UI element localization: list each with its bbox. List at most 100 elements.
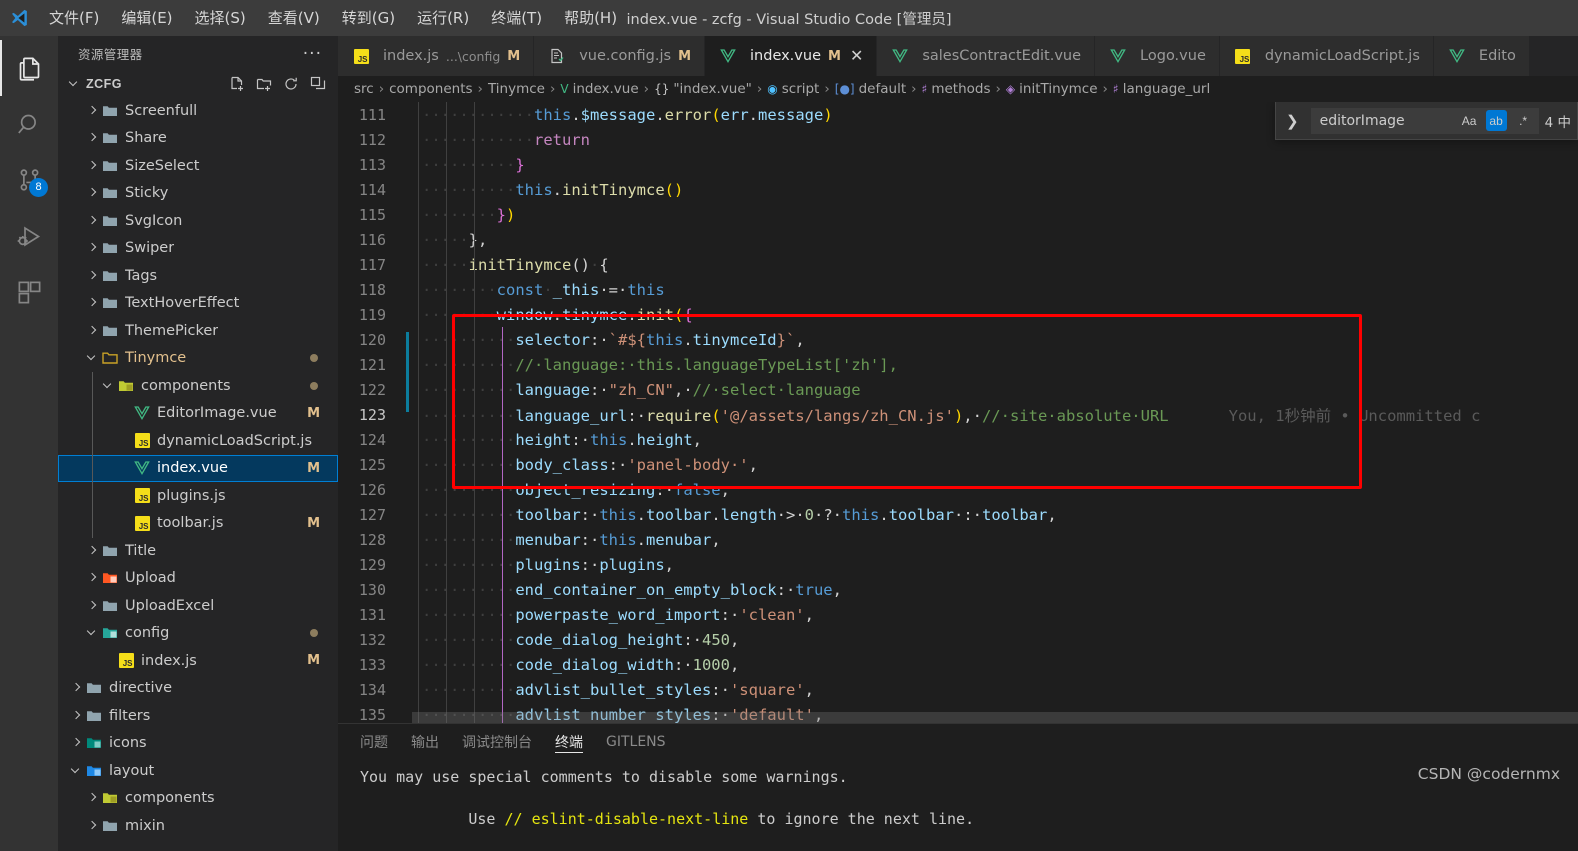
tree-item-texthovereffect[interactable]: TextHoverEffect bbox=[58, 290, 338, 318]
chevron-right-icon[interactable]: ❯ bbox=[1280, 112, 1305, 130]
code-line[interactable]: 125 ··········body_class:·'panel-body·', bbox=[338, 452, 1578, 477]
breadcrumb-item-default[interactable]: [●] default bbox=[835, 81, 906, 97]
menu-selection[interactable]: 选择(S) bbox=[184, 4, 257, 32]
tree-item-filters[interactable]: filters bbox=[58, 702, 338, 730]
code-line[interactable]: 126 ··········object_resizing:·false, bbox=[338, 477, 1578, 502]
tree-item-svgicon[interactable]: SvgIcon bbox=[58, 207, 338, 235]
breadcrumb-item-index-vue[interactable]: Vindex.vue bbox=[560, 81, 638, 97]
code-line[interactable]: 115 ········}) bbox=[338, 202, 1578, 227]
editor-tab-index-js[interactable]: JS index.js ...\config M bbox=[338, 36, 535, 76]
regex-icon[interactable]: .* bbox=[1513, 110, 1534, 131]
panel-tab-bar[interactable]: 问题 输出 调试控制台 终端 GITLENS bbox=[338, 724, 1578, 759]
tree-item-upload[interactable]: Upload bbox=[58, 565, 338, 593]
code-line[interactable]: 119 ········window.tinymce.init({ bbox=[338, 302, 1578, 327]
match-case-icon[interactable]: Aa bbox=[1459, 110, 1480, 131]
tree-item-index-js[interactable]: JS index.js M bbox=[58, 647, 338, 675]
breadcrumb-item-inittinymce[interactable]: ◈ initTinymce bbox=[1006, 81, 1098, 97]
code-line[interactable]: 117 ·····initTinymce()·{ bbox=[338, 252, 1578, 277]
sidebar-more-icon[interactable]: ··· bbox=[303, 44, 322, 64]
menu-help[interactable]: 帮助(H) bbox=[553, 4, 628, 32]
whole-word-icon[interactable]: ab bbox=[1485, 110, 1507, 131]
tree-item-dynamicloadscript-js[interactable]: JS dynamicLoadScript.js bbox=[58, 427, 338, 455]
code-line[interactable]: 114 ··········this.initTinymce() bbox=[338, 177, 1578, 202]
breadcrumb-item-tinymce[interactable]: Tinymce bbox=[488, 81, 545, 97]
menu-view[interactable]: 查看(V) bbox=[257, 4, 331, 32]
breadcrumb-item-script[interactable]: ◉ script bbox=[767, 81, 819, 97]
find-widget[interactable]: ❯ editorImage Aa ab .* 4 中 bbox=[1275, 102, 1578, 140]
breadcrumb-item-components[interactable]: components bbox=[389, 81, 472, 97]
code-line[interactable]: 122 ··········language:·"zh_CN",·//·selec… bbox=[338, 377, 1578, 402]
tab-close-icon[interactable]: ✕ bbox=[850, 48, 863, 64]
breadcrumb-item-src[interactable]: src bbox=[354, 81, 374, 97]
tree-item-mixin[interactable]: mixin bbox=[58, 812, 338, 840]
editor-tab-salescontractedit-vue[interactable]: salesContractEdit.vue bbox=[877, 36, 1096, 76]
breadcrumb-item--index-vue-[interactable]: {} "index.vue" bbox=[654, 81, 752, 97]
tree-item-components[interactable]: components bbox=[58, 785, 338, 813]
refresh-icon[interactable] bbox=[283, 76, 299, 92]
breadcrumb-item-methods[interactable]: ♯ methods bbox=[922, 81, 991, 97]
menu-edit[interactable]: 编辑(E) bbox=[110, 4, 183, 32]
code-line[interactable]: 121 ··········//·language:·this.languageT… bbox=[338, 352, 1578, 377]
file-tree[interactable]: Screenfull Share SizeSelect Sticky SvgIcon Sw… bbox=[58, 97, 338, 851]
editor-tab-index-vue[interactable]: index.vue M ✕ bbox=[705, 36, 878, 76]
code-line[interactable]: 124 ··········height:·this.height, bbox=[338, 427, 1578, 452]
tree-item-share[interactable]: Share bbox=[58, 125, 338, 153]
menu-run[interactable]: 运行(R) bbox=[406, 4, 480, 32]
activity-run-debug[interactable] bbox=[0, 208, 58, 264]
code-line[interactable]: 133 ··········code_dialog_width:·1000, bbox=[338, 652, 1578, 677]
code-line[interactable]: 134 ··········advlist_bullet_styles:·'squ… bbox=[338, 677, 1578, 702]
code-line[interactable]: 128 ··········menubar:·this.menubar, bbox=[338, 527, 1578, 552]
terminal-output[interactable]: You may use special comments to disable … bbox=[338, 759, 1578, 851]
code-line[interactable]: 120 ··········selector:·`#${this.tinymceI… bbox=[338, 327, 1578, 352]
editor-tab-logo-vue[interactable]: Logo.vue bbox=[1095, 36, 1220, 76]
code-line[interactable]: 113 ··········} bbox=[338, 152, 1578, 177]
panel-tab-terminal[interactable]: 终端 bbox=[555, 724, 583, 759]
code-line[interactable]: 123 ··········language_url:·require('@/as… bbox=[338, 402, 1578, 427]
tree-item-screenfull[interactable]: Screenfull bbox=[58, 97, 338, 125]
activity-search[interactable] bbox=[0, 96, 58, 152]
code-line[interactable]: 131 ··········powerpaste_word_import:·'cl… bbox=[338, 602, 1578, 627]
menu-go[interactable]: 转到(G) bbox=[331, 4, 406, 32]
panel-tab-output[interactable]: 输出 bbox=[411, 724, 439, 759]
tree-item-swiper[interactable]: Swiper bbox=[58, 235, 338, 263]
workspace-root-row[interactable]: ZCFG bbox=[58, 71, 338, 97]
code-lines[interactable]: 111 ············this.$message.error(err.m… bbox=[338, 102, 1578, 724]
tree-item-plugins-js[interactable]: JS plugins.js bbox=[58, 482, 338, 510]
menu-file[interactable]: 文件(F) bbox=[38, 4, 110, 32]
tree-item-tags[interactable]: Tags bbox=[58, 262, 338, 290]
breadcrumb-item-language_url[interactable]: ♯ language_url bbox=[1113, 81, 1210, 97]
tree-item-editorimage-vue[interactable]: EditorImage.vue M bbox=[58, 400, 338, 428]
collapse-all-icon[interactable] bbox=[310, 76, 326, 92]
editor-tab-edito[interactable]: Edito bbox=[1433, 36, 1530, 76]
find-input[interactable]: editorImage Aa ab .* bbox=[1310, 107, 1539, 134]
code-line[interactable]: 127 ··········toolbar:·this.toolbar.lengt… bbox=[338, 502, 1578, 527]
code-line[interactable]: 130 ··········end_container_on_empty_bloc… bbox=[338, 577, 1578, 602]
activity-extensions[interactable] bbox=[0, 264, 58, 320]
menu-terminal[interactable]: 终端(T) bbox=[480, 4, 553, 32]
code-editor[interactable]: 111 ············this.$message.error(err.m… bbox=[338, 102, 1578, 723]
new-folder-icon[interactable] bbox=[256, 76, 272, 92]
tree-item-layout[interactable]: layout bbox=[58, 757, 338, 785]
code-line[interactable]: 116 ·····}, bbox=[338, 227, 1578, 252]
editor-tab-bar[interactable]: JS index.js ...\config Mvue.config.js Mindex… bbox=[338, 36, 1578, 76]
tree-item-uploadexcel[interactable]: UploadExcel bbox=[58, 592, 338, 620]
code-line[interactable]: 132 ··········code_dialog_height:·450, bbox=[338, 627, 1578, 652]
new-file-icon[interactable] bbox=[229, 76, 245, 92]
tree-item-tinymce[interactable]: Tinymce bbox=[58, 345, 338, 373]
activity-explorer[interactable] bbox=[0, 40, 58, 96]
tree-item-sizeselect[interactable]: SizeSelect bbox=[58, 152, 338, 180]
activity-source-control[interactable]: 8 bbox=[0, 152, 58, 208]
code-line[interactable]: 118 ········const·_this·=·this bbox=[338, 277, 1578, 302]
panel-tab-gitlens[interactable]: GITLENS bbox=[606, 724, 666, 759]
breadcrumb[interactable]: src › components › Tinymce › Vindex.vue ›{} "ind… bbox=[338, 76, 1578, 102]
tree-item-toolbar-js[interactable]: JS toolbar.js M bbox=[58, 510, 338, 538]
tree-item-index-vue[interactable]: index.vue M bbox=[58, 454, 338, 482]
editor-tab-dynamicloadscript-js[interactable]: JS dynamicLoadScript.js bbox=[1219, 36, 1434, 76]
tree-item-components[interactable]: components bbox=[58, 372, 338, 400]
code-line[interactable]: 129 ··········plugins:·plugins, bbox=[338, 552, 1578, 577]
tree-item-title[interactable]: Title bbox=[58, 537, 338, 565]
tree-item-directive[interactable]: directive bbox=[58, 675, 338, 703]
tree-item-config[interactable]: config bbox=[58, 620, 338, 648]
tree-item-themepicker[interactable]: ThemePicker bbox=[58, 317, 338, 345]
editor-tab-vue-config-js[interactable]: vue.config.js M bbox=[534, 36, 706, 76]
